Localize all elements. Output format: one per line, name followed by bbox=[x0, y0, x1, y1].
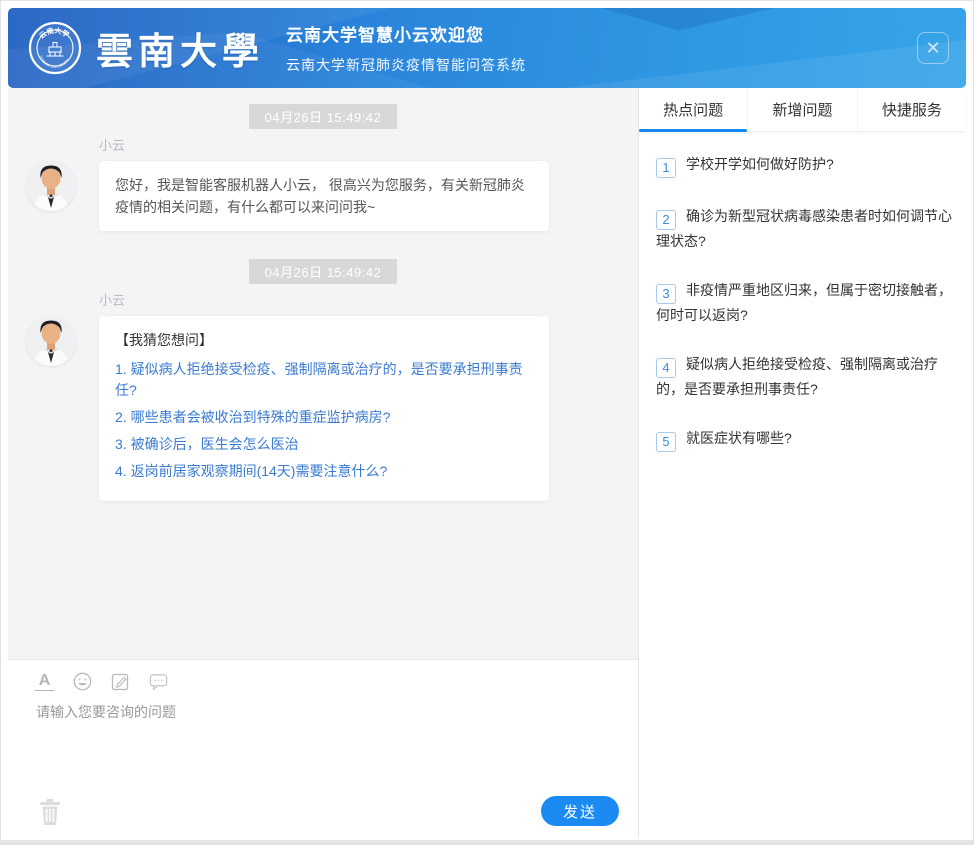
tab-new-questions[interactable]: 新增问题 bbox=[747, 88, 856, 131]
message-icon[interactable] bbox=[149, 672, 168, 691]
message-group: 04月26日 15:49:42 小云 bbox=[8, 259, 638, 501]
header-titles: 云南大学智慧小云欢迎您 云南大学新冠肺炎疫情智能问答系统 bbox=[286, 21, 526, 75]
sidebar-tabs: 热点问题 新增问题 快捷服务 bbox=[639, 88, 966, 132]
question-list-item[interactable]: 4疑似病人拒绝接受检疫、强制隔离或治疗的，是否要承担刑事责任? bbox=[656, 353, 957, 400]
suggested-question-link[interactable]: 3. 被确诊后，医生会怎么医治 bbox=[115, 434, 533, 455]
suggested-question-link[interactable]: 2. 哪些患者会被收治到特殊的重症监护病房? bbox=[115, 407, 533, 428]
edit-icon[interactable] bbox=[111, 672, 130, 691]
sender-name: 小云 bbox=[99, 290, 638, 309]
sidebar-panel: 热点问题 新增问题 快捷服务 1 学校开学如何做好防护? 2确诊为新型冠状病毒感染… bbox=[639, 88, 966, 838]
question-list-item[interactable]: 5 就医症状有哪些? bbox=[656, 427, 957, 452]
page-title: 云南大学智慧小云欢迎您 bbox=[286, 21, 526, 46]
question-number-badge: 2 bbox=[656, 210, 676, 230]
composer-toolbar: A bbox=[8, 660, 638, 691]
trash-icon[interactable] bbox=[39, 798, 61, 825]
main-content: 04月26日 15:49:42 小云 bbox=[8, 88, 966, 838]
chat-column: 04月26日 15:49:42 小云 bbox=[8, 88, 638, 838]
hot-question-list: 1 学校开学如何做好防护? 2确诊为新型冠状病毒感染患者时如何调节心理状态? 3非… bbox=[639, 132, 966, 479]
timestamp-badge: 04月26日 15:49:42 bbox=[249, 259, 398, 284]
question-number-badge: 1 bbox=[656, 158, 676, 178]
chat-input[interactable] bbox=[8, 691, 638, 796]
window-bottom-edge bbox=[1, 840, 973, 844]
tab-hot-questions[interactable]: 热点问题 bbox=[639, 88, 747, 131]
question-list-item[interactable]: 1 学校开学如何做好防护? bbox=[656, 153, 957, 178]
university-name-calligraphy: 雲南大學 bbox=[96, 21, 264, 75]
question-number-badge: 5 bbox=[656, 432, 676, 452]
message-bubble: 您好，我是智能客服机器人小云， 很高兴为您服务，有关新冠肺炎疫情的相关问题，有什… bbox=[99, 161, 549, 231]
sender-name: 小云 bbox=[99, 135, 638, 154]
composer-bottom-bar: 发送 bbox=[8, 796, 638, 838]
suggested-question-link[interactable]: 1. 疑似病人拒绝接受检疫、强制隔离或治疗的，是否要承担刑事责任? bbox=[115, 359, 533, 401]
composer: A bbox=[8, 659, 638, 838]
university-seal-logo: 云南大学 YUNNAN UNIVERSITY bbox=[28, 21, 82, 75]
message-group: 04月26日 15:49:42 小云 bbox=[8, 104, 638, 231]
message-text: 您好，我是智能客服机器人小云， 很高兴为您服务，有关新冠肺炎疫情的相关问题，有什… bbox=[115, 177, 525, 215]
timestamp-badge: 04月26日 15:49:42 bbox=[249, 104, 398, 129]
font-icon[interactable]: A bbox=[35, 672, 54, 691]
page-subtitle: 云南大学新冠肺炎疫情智能问答系统 bbox=[286, 55, 526, 75]
question-text: 非疫情严重地区归来，但属于密切接触者，何时可以返岗? bbox=[656, 282, 952, 323]
suggestion-intro: 【我猜您想问】 bbox=[115, 329, 533, 351]
bot-avatar bbox=[26, 161, 76, 211]
question-text: 学校开学如何做好防护? bbox=[686, 156, 834, 172]
chat-message-area[interactable]: 04月26日 15:49:42 小云 bbox=[8, 88, 638, 659]
bot-avatar bbox=[26, 316, 76, 366]
question-number-badge: 3 bbox=[656, 284, 676, 304]
question-list-item[interactable]: 2确诊为新型冠状病毒感染患者时如何调节心理状态? bbox=[656, 205, 957, 252]
emoji-icon[interactable] bbox=[73, 672, 92, 691]
tab-quick-services[interactable]: 快捷服务 bbox=[857, 88, 966, 131]
close-button[interactable]: ✕ bbox=[917, 32, 949, 64]
app-window: 云南大学 YUNNAN UNIVERSITY 雲南大學 云南大学智慧小云欢迎您 … bbox=[0, 0, 974, 845]
suggested-question-link[interactable]: 4. 返岗前居家观察期间(14天)需要注意什么? bbox=[115, 461, 533, 482]
send-button[interactable]: 发送 bbox=[541, 796, 619, 826]
message-bubble: 【我猜您想问】 1. 疑似病人拒绝接受检疫、强制隔离或治疗的，是否要承担刑事责任… bbox=[99, 316, 549, 501]
question-text: 疑似病人拒绝接受检疫、强制隔离或治疗的，是否要承担刑事责任? bbox=[656, 356, 938, 397]
header: 云南大学 YUNNAN UNIVERSITY 雲南大學 云南大学智慧小云欢迎您 … bbox=[8, 8, 966, 88]
close-icon: ✕ bbox=[925, 38, 940, 59]
question-text: 确诊为新型冠状病毒感染患者时如何调节心理状态? bbox=[656, 208, 952, 249]
question-number-badge: 4 bbox=[656, 358, 676, 378]
question-text: 就医症状有哪些? bbox=[686, 430, 792, 446]
question-list-item[interactable]: 3非疫情严重地区归来，但属于密切接触者，何时可以返岗? bbox=[656, 279, 957, 326]
